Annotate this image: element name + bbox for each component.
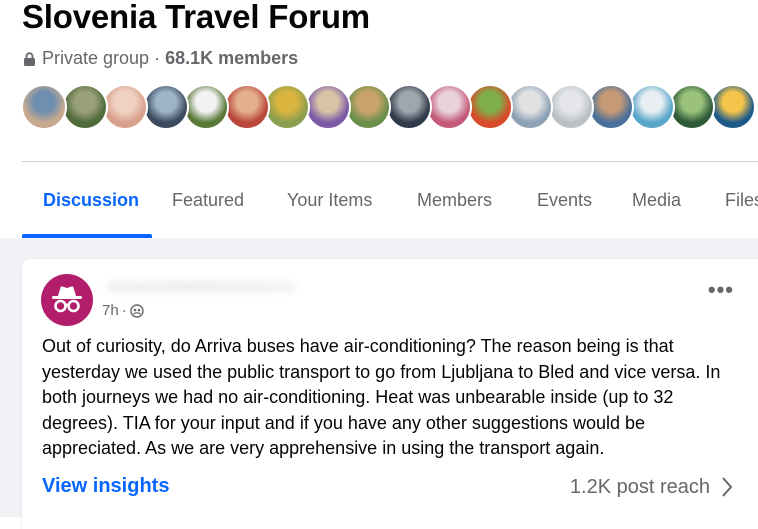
lock-icon [24, 51, 35, 66]
privacy-label[interactable]: Private group [42, 48, 149, 69]
post-timestamp: 7h · [102, 302, 144, 319]
group-tabs: Discussion Featured Your Items Members E… [0, 162, 758, 238]
member-avatar[interactable] [345, 84, 391, 130]
member-avatar[interactable] [183, 84, 229, 130]
member-avatar[interactable] [223, 84, 270, 130]
tab-discussion[interactable]: Discussion [43, 190, 139, 211]
tab-members[interactable]: Members [417, 190, 492, 211]
member-avatar[interactable] [709, 84, 756, 130]
member-avatar[interactable] [102, 84, 148, 130]
author-name-redacted[interactable] [106, 281, 296, 293]
member-avatar[interactable] [304, 84, 351, 130]
view-insights-link[interactable]: View insights [42, 475, 169, 498]
post-time-label[interactable]: 7h [102, 302, 119, 319]
members-icon [129, 303, 144, 318]
tab-files[interactable]: Files [725, 190, 758, 211]
post-reach[interactable]: 1.2K post reach [570, 475, 734, 499]
member-avatar[interactable] [385, 84, 432, 130]
member-avatar-row[interactable] [21, 84, 758, 132]
member-avatar[interactable] [669, 84, 715, 130]
post-reach-label: 1.2K post reach [569, 475, 710, 498]
tab-your-items[interactable]: Your Items [287, 190, 372, 211]
member-count[interactable]: 68.1K members [165, 48, 298, 69]
chevron-right-icon [722, 477, 733, 497]
post-card: 7h · ••• Out of curiosity, do Arriva bus… [22, 259, 758, 529]
member-avatar[interactable] [264, 84, 310, 130]
member-avatar[interactable] [588, 84, 634, 130]
member-avatar[interactable] [21, 84, 67, 130]
post-body: Out of curiosity, do Arriva buses have a… [42, 336, 721, 458]
tab-media[interactable]: Media [632, 190, 681, 211]
member-avatar[interactable] [547, 84, 594, 130]
discussion-feed: 7h · ••• Out of curiosity, do Arriva bus… [0, 238, 758, 529]
author-avatar[interactable] [41, 274, 93, 326]
member-avatar[interactable] [142, 84, 189, 130]
incognito-icon [52, 286, 82, 313]
tab-events[interactable]: Events [537, 190, 592, 211]
more-options-button[interactable]: ••• [708, 279, 734, 301]
tab-featured[interactable]: Featured [172, 190, 244, 211]
member-avatar[interactable] [628, 84, 675, 130]
group-meta: Private group · 68.1K members [23, 48, 298, 69]
group-title[interactable]: Slovenia Travel Forum [22, 0, 370, 36]
member-avatar[interactable] [466, 84, 513, 130]
member-avatar[interactable] [61, 84, 108, 130]
member-avatar[interactable] [426, 84, 472, 130]
time-separator: · [121, 302, 127, 319]
meta-separator: · [154, 48, 161, 68]
member-avatar[interactable] [507, 84, 553, 130]
group-header: Slovenia Travel Forum Private group · 68… [0, 0, 758, 238]
